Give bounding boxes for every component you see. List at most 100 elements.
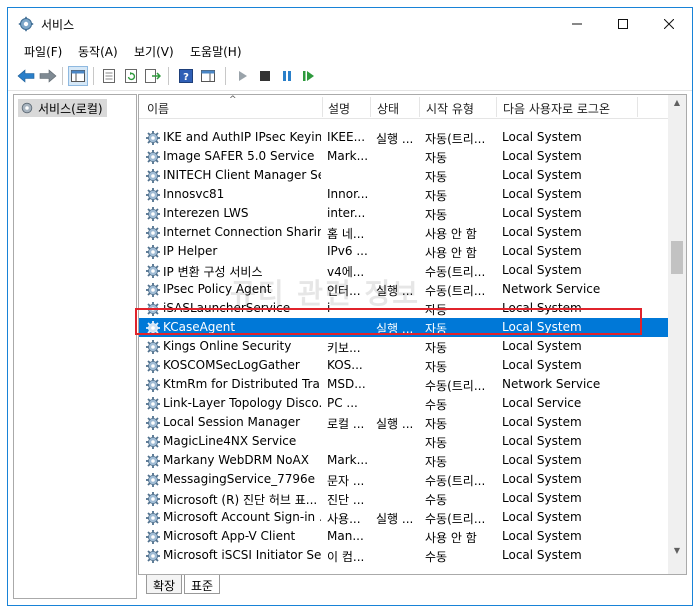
service-gear-icon <box>146 359 160 373</box>
service-startup-type: 사용 안 함 <box>425 531 477 545</box>
menu-bar: 파일(F) 동작(A) 보기(V) 도움말(H) <box>8 39 692 61</box>
scroll-down-arrow-icon[interactable]: ▼ <box>672 546 682 556</box>
service-name: Markany WebDRM NoAX <box>163 453 309 467</box>
table-row[interactable]: KOSCOMSecLogGather KOS... 자동 Local System <box>139 356 668 375</box>
vertical-scrollbar[interactable]: ▲ ▼ <box>668 95 686 558</box>
tab-extended[interactable]: 확장 <box>146 575 183 594</box>
service-startup-type: 자동 <box>425 151 448 165</box>
restart-icon <box>303 71 314 81</box>
minimize-button[interactable] <box>554 8 600 39</box>
table-row[interactable]: Innosvc81 Innor... 자동 Local System <box>139 185 668 204</box>
table-row[interactable]: Markany WebDRM NoAX Mark... 자동 Local System <box>139 451 668 470</box>
table-row[interactable]: Microsoft iSCSI Initiator Se... 이 컴... 수동 L… <box>139 546 668 565</box>
services-gear-icon <box>18 16 34 32</box>
scrollbar-thumb[interactable] <box>671 241 683 274</box>
service-description: IKEE... <box>327 130 366 144</box>
service-name: KOSCOMSecLogGather <box>163 358 300 372</box>
table-row[interactable]: IP Helper IPv6 ... 사용 안 함 Local System <box>139 242 668 261</box>
action-pane-icon <box>201 70 215 82</box>
table-row[interactable]: MessagingService_7796e 문자 ... 수동(트리... Loca… <box>139 470 668 489</box>
export-list-button[interactable] <box>143 66 163 86</box>
service-gear-icon <box>146 245 160 259</box>
column-header: ^ 이름 설명 상태 시작 유형 다음 사용자로 로그온 <box>139 95 668 119</box>
show-console-tree-button[interactable] <box>68 66 88 86</box>
column-name[interactable]: 이름 <box>147 100 169 117</box>
column-startup-type[interactable]: 시작 유형 <box>426 100 474 117</box>
column-divider[interactable] <box>419 97 420 117</box>
toolbar-separator <box>168 67 169 85</box>
service-startup-type: 자동(트리... <box>425 132 486 146</box>
menu-view[interactable]: 보기(V) <box>134 43 174 60</box>
column-divider[interactable] <box>322 97 323 117</box>
column-divider[interactable] <box>370 97 371 117</box>
menu-file[interactable]: 파일(F) <box>24 43 62 60</box>
table-row[interactable]: Image SAFER 5.0 Service Mark... 자동 Local Sy… <box>139 147 668 166</box>
sort-ascending-icon: ^ <box>229 95 237 105</box>
table-row[interactable]: Local Session Manager 로컬 ... 실행 ... 자동 Local… <box>139 413 668 432</box>
properties-button[interactable] <box>99 66 119 86</box>
service-gear-icon <box>146 131 160 145</box>
column-divider[interactable] <box>637 97 638 117</box>
console-tree-icon <box>71 70 85 82</box>
stop-service-button[interactable] <box>255 66 275 86</box>
back-button[interactable] <box>16 66 36 86</box>
service-gear-icon <box>146 549 160 563</box>
stop-icon <box>260 71 270 81</box>
toolbar-separator <box>62 67 63 85</box>
service-startup-type: 수동 <box>425 398 448 412</box>
pause-service-button[interactable] <box>277 66 297 86</box>
table-row[interactable]: INITECH Client Manager Se... 자동 Local Syst… <box>139 166 668 185</box>
service-name: INITECH Client Manager Se... <box>163 168 321 182</box>
service-gear-icon <box>146 283 160 297</box>
column-description[interactable]: 설명 <box>328 100 350 117</box>
table-row[interactable]: KtmRm for Distributed Tra... MSD... 수동(트리.… <box>139 375 668 394</box>
service-startup-type: 수동 <box>425 493 448 507</box>
service-status: 실행 ... <box>376 512 414 526</box>
service-description: Innor... <box>327 187 369 201</box>
table-row[interactable]: Microsoft Account Sign-in ... 사용... 실행 ...… <box>139 508 668 527</box>
service-startup-type: 자동 <box>425 455 448 469</box>
service-description: 이 컴... <box>327 550 365 564</box>
forward-button[interactable] <box>38 66 58 86</box>
maximize-button[interactable] <box>600 8 646 39</box>
refresh-button[interactable] <box>121 66 141 86</box>
table-row[interactable]: MagicLine4NX Service 자동 Local System <box>139 432 668 451</box>
start-service-button[interactable] <box>233 66 253 86</box>
column-logon-as[interactable]: 다음 사용자로 로그온 <box>503 100 610 117</box>
table-row[interactable]: Link-Layer Topology Disco... PC ... 수동 Loca… <box>139 394 668 413</box>
tab-standard[interactable]: 표준 <box>184 575 221 594</box>
table-row[interactable]: Internet Connection Sharin... 홈 네... 사용 안 … <box>139 223 668 242</box>
service-name: Microsoft Account Sign-in ... <box>163 510 321 524</box>
service-description: KOS... <box>327 358 363 372</box>
window-title: 서비스 <box>41 18 75 32</box>
help-button[interactable]: ? <box>176 66 196 86</box>
service-description: 문자 ... <box>327 474 365 488</box>
table-row[interactable]: Kings Online Security 키보... 자동 Local System <box>139 337 668 356</box>
restart-service-button[interactable] <box>299 66 319 86</box>
service-gear-icon <box>146 150 160 164</box>
service-name: IKE and AuthIP IPsec Keyin... <box>163 130 321 144</box>
tree-item-services-local[interactable]: 서비스(로컬) <box>18 99 107 117</box>
service-startup-type: 사용 안 함 <box>425 227 477 241</box>
service-logon-as: Local System <box>502 529 582 543</box>
scroll-up-arrow-icon[interactable]: ▲ <box>672 98 682 108</box>
column-status[interactable]: 상태 <box>377 100 399 117</box>
service-startup-type: 자동 <box>425 208 448 222</box>
menu-help[interactable]: 도움말(H) <box>190 43 242 60</box>
column-divider[interactable] <box>496 97 497 117</box>
table-row[interactable]: Interezen LWS inter... 자동 Local System <box>139 204 668 223</box>
title-bar[interactable]: 서비스 <box>8 8 692 39</box>
table-row[interactable]: IKE and AuthIP IPsec Keyin... IKEE... 실행 .… <box>139 128 668 147</box>
menu-action[interactable]: 동작(A) <box>78 43 118 60</box>
table-row[interactable]: Microsoft (R) 진단 허브 표... 진단 ... 수동 Local Sy… <box>139 489 668 508</box>
service-gear-icon <box>146 397 160 411</box>
svg-text:?: ? <box>183 72 189 83</box>
refresh-icon <box>125 69 137 83</box>
service-name: KtmRm for Distributed Tra... <box>163 377 321 391</box>
console-tree-pane: 서비스(로컬) <box>13 94 137 599</box>
service-startup-type: 수동 <box>425 550 448 564</box>
service-name: Link-Layer Topology Disco... <box>163 396 321 410</box>
table-row[interactable]: Microsoft App-V Client Man... 사용 안 함 Local … <box>139 527 668 546</box>
show-action-pane-button[interactable] <box>198 66 218 86</box>
close-button[interactable] <box>646 8 692 39</box>
